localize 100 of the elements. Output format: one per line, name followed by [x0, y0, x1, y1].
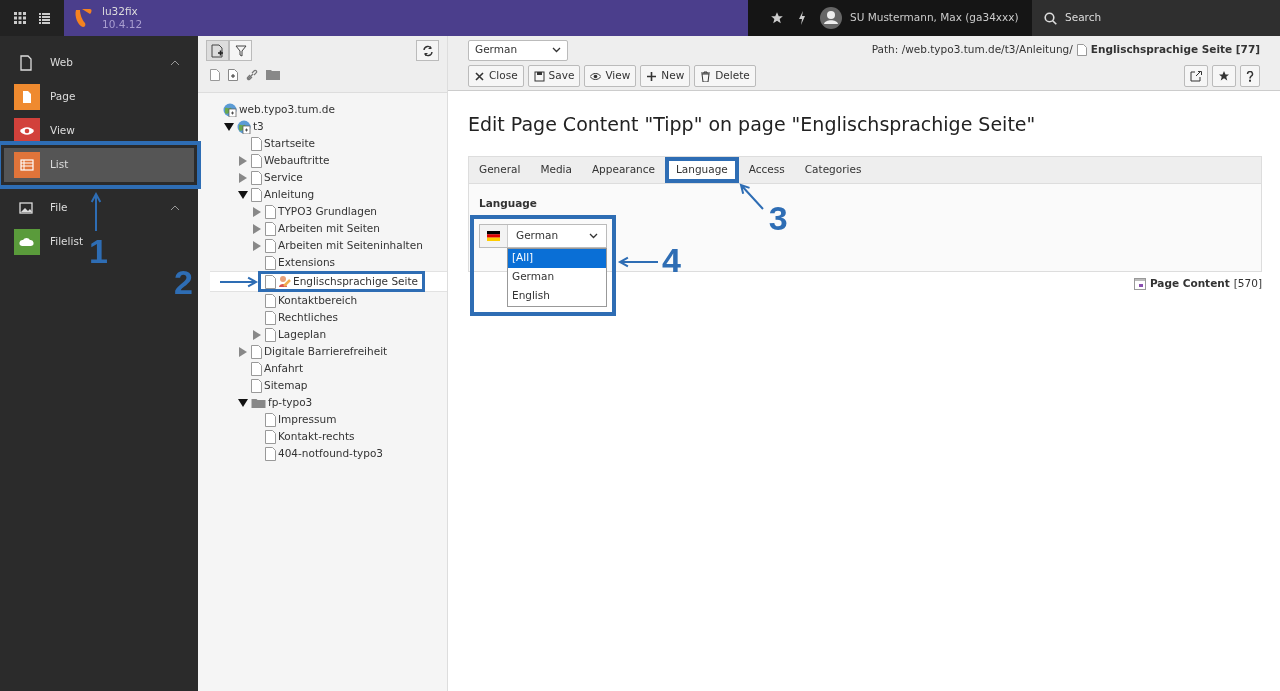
help-button[interactable]	[1240, 65, 1260, 87]
tree-item[interactable]: Sitemap	[210, 377, 447, 394]
callout-arrow	[219, 276, 259, 287]
dropdown-option[interactable]: German	[508, 267, 606, 287]
callout-arrow	[617, 256, 659, 268]
tree-item[interactable]: web.typo3.tum.de	[210, 101, 447, 118]
tree-item[interactable]: Lageplan	[210, 326, 447, 343]
toggle-icon[interactable]	[238, 172, 248, 183]
tree-item[interactable]: Arbeiten mit Seiten	[210, 220, 447, 237]
tree-item[interactable]: fp-typo3	[210, 394, 447, 411]
record-type: Page Content	[1149, 275, 1230, 291]
view-button[interactable]: View	[584, 65, 637, 87]
tree-item[interactable]: Arbeiten mit Seiteninhalten	[210, 237, 447, 254]
tree-item[interactable]: Anleitung	[210, 186, 447, 203]
tree-item[interactable]: Kontakt-rechts	[210, 428, 447, 445]
tree-item[interactable]: Impressum	[210, 411, 447, 428]
language-select[interactable]: German	[479, 223, 607, 248]
module-item[interactable]: List	[4, 148, 194, 182]
image-icon[interactable]	[18, 200, 34, 216]
avatar-icon[interactable]	[820, 7, 842, 29]
toggle-icon[interactable]	[252, 329, 262, 340]
module-item[interactable]: Page	[4, 80, 86, 114]
tab[interactable]: General	[469, 156, 531, 183]
toggle-icon[interactable]	[252, 206, 262, 217]
toggle-icon[interactable]	[238, 346, 248, 357]
chevron-icon[interactable]	[170, 60, 180, 66]
bookmark-button[interactable]	[1212, 65, 1236, 87]
tree-item[interactable]: Digitale Barrierefreiheit	[210, 343, 447, 360]
language-select[interactable]: German	[468, 39, 568, 61]
app-version: 10.4.12	[102, 18, 143, 32]
page-icon	[265, 255, 276, 270]
page-icon	[251, 170, 262, 185]
toggle-icon[interactable]	[238, 155, 248, 166]
tab[interactable]: Appearance	[581, 156, 665, 183]
chevron-icon[interactable]	[170, 205, 180, 211]
page-icon	[265, 221, 276, 236]
flag-icon	[487, 230, 500, 241]
lightning-icon[interactable]	[798, 11, 806, 25]
tree-item[interactable]: Anfahrt	[210, 360, 447, 377]
field-label: Language	[479, 196, 537, 209]
folder-icon[interactable]	[266, 69, 280, 80]
star-icon[interactable]	[770, 11, 784, 25]
logo-icon[interactable]	[74, 8, 92, 28]
page-icon[interactable]	[18, 55, 34, 71]
search-field[interactable]: Search	[1065, 10, 1102, 26]
refresh-icon	[421, 44, 434, 57]
callout-number: 4	[662, 243, 681, 278]
dropdown-option[interactable]: English	[508, 286, 606, 306]
tree-item[interactable]: t3	[210, 118, 447, 135]
tab[interactable]: Access	[738, 156, 795, 183]
list-icon[interactable]	[38, 12, 50, 24]
module-group-label[interactable]: File	[50, 200, 170, 216]
tree-item[interactable]: 404-notfound-typo3	[210, 445, 447, 462]
page-heading: Edit Page Content "Tipp" on page "Englischsprachige Seite"	[468, 113, 1037, 136]
save-button[interactable]: Save	[527, 65, 581, 87]
callout-arrow	[90, 191, 102, 232]
page-icon	[251, 344, 262, 359]
callout-number: 2	[174, 264, 193, 299]
delete-button[interactable]: Delete	[694, 65, 756, 87]
plus-icon	[646, 70, 658, 82]
app-grid-icon[interactable]	[14, 12, 27, 24]
search-icon[interactable]	[1044, 11, 1057, 25]
open-external-button[interactable]	[1184, 65, 1208, 87]
page-insert-icon[interactable]	[228, 69, 238, 81]
filter-button[interactable]	[229, 40, 252, 61]
tree-item[interactable]: Service	[210, 169, 447, 186]
tab[interactable]: Media	[530, 156, 582, 183]
filter-icon	[234, 44, 247, 57]
refresh-button[interactable]	[416, 40, 439, 61]
new-button[interactable]: New	[640, 65, 691, 87]
toggle-icon[interactable]	[238, 189, 248, 200]
toggle-icon[interactable]	[252, 223, 262, 234]
new-page-button[interactable]	[206, 40, 229, 61]
link-icon[interactable]	[246, 69, 258, 81]
folder-icon	[251, 396, 266, 409]
toggle-icon[interactable]	[238, 397, 248, 408]
external-link-icon	[1190, 70, 1202, 82]
close-button[interactable]: Close	[468, 65, 524, 87]
tree-item[interactable]: TYPO3 Grundlagen	[210, 203, 447, 220]
page-icon	[251, 153, 262, 168]
editor-icon	[278, 275, 291, 288]
tree-item[interactable]: Rechtliches	[210, 309, 447, 326]
page-plus-icon	[211, 43, 224, 58]
page-icon	[251, 136, 262, 151]
page-icon	[265, 327, 276, 342]
module-group-label[interactable]: Web	[50, 55, 170, 71]
tree-item[interactable]: Startseite	[210, 135, 447, 152]
trash-icon	[700, 70, 712, 82]
tree-item[interactable]: Extensions	[210, 254, 447, 271]
page-icon	[265, 204, 276, 219]
tree-item[interactable]: Kontaktbereich	[210, 292, 447, 309]
tab[interactable]: Categories	[794, 156, 872, 183]
toggle-icon[interactable]	[224, 121, 234, 132]
toggle-icon[interactable]	[252, 240, 262, 251]
dropdown-option[interactable]: [All]	[508, 248, 606, 268]
module-item[interactable]: View	[4, 114, 85, 148]
globe-icon	[237, 119, 251, 134]
eye-icon	[590, 70, 602, 82]
callout-number: 3	[768, 200, 788, 235]
tree-item[interactable]: Webauftritte	[210, 152, 447, 169]
